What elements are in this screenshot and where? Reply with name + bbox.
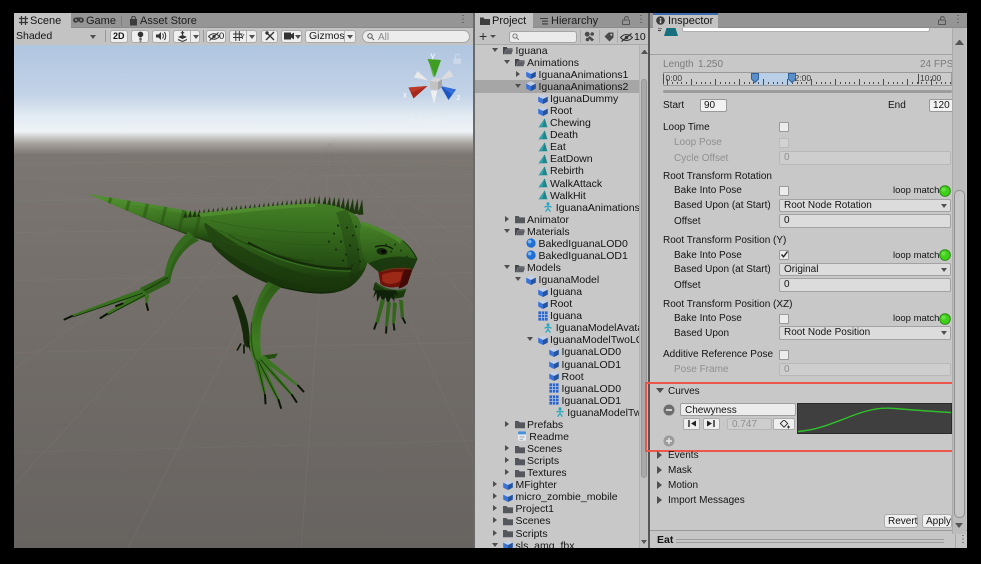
svg-text:y: y <box>431 50 436 60</box>
svg-text:Persp: Persp <box>417 115 442 126</box>
svg-text:z: z <box>457 93 461 102</box>
svg-text:x: x <box>403 90 407 99</box>
